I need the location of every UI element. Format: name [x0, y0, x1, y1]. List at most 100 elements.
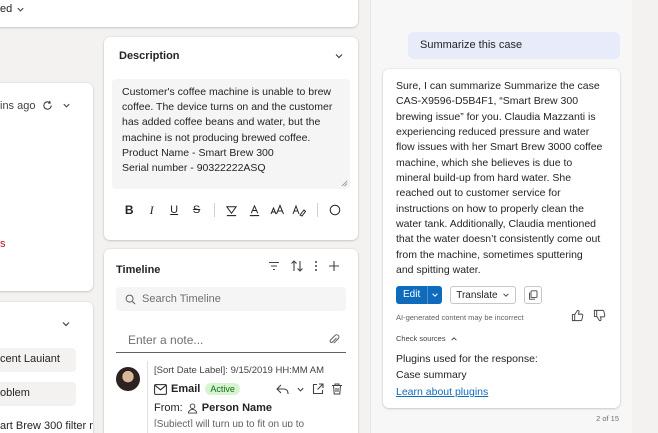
- attachment-icon[interactable]: [328, 333, 340, 346]
- translate-button[interactable]: Translate: [450, 286, 516, 304]
- delete-icon[interactable]: [331, 383, 343, 395]
- italic-icon[interactable]: I: [140, 201, 162, 219]
- clear-format-icon[interactable]: [288, 201, 310, 219]
- reply-icon[interactable]: [276, 384, 289, 395]
- underline-icon[interactable]: U: [163, 201, 185, 219]
- plugins-section: Plugins used for the response: Case summ…: [396, 352, 538, 383]
- related-item[interactable]: cent Lauiant: [0, 348, 76, 372]
- reply-line: Sure, I can summarize Summarize the case: [396, 80, 600, 92]
- refresh-icon[interactable]: [42, 100, 53, 111]
- chevron-down-icon[interactable]: [62, 101, 71, 110]
- chevron-up-icon: [450, 335, 458, 343]
- description-line: Customer's coffee machine is unable to b…: [122, 86, 332, 98]
- thumbs-down-icon[interactable]: [593, 309, 606, 322]
- view-selector-label: ed: [0, 3, 13, 15]
- timeline-tools: [268, 260, 340, 272]
- description-line: coffee. The device turns on and the cust…: [122, 101, 333, 114]
- reply-line: water tank. Additionally, Claudia mentio…: [396, 218, 597, 231]
- avatar: [116, 367, 140, 391]
- edit-split-button: Edit: [396, 286, 443, 304]
- timeline-entry[interactable]: [Sort Date Label]: 9/15/2019 HH:MM AM Em…: [147, 361, 345, 433]
- description-line: machine is not producing brewed coffee.: [122, 131, 311, 144]
- learn-about-plugins-link[interactable]: Learn about plugins: [396, 386, 488, 398]
- circle-icon[interactable]: [324, 201, 346, 219]
- description-line: has added coffee beans and water, but th…: [122, 116, 321, 129]
- check-sources-toggle[interactable]: Check sources: [396, 334, 458, 343]
- chevron-down-icon[interactable]: [296, 385, 305, 394]
- related-item[interactable]: art Brew 300 filter r: [0, 415, 93, 433]
- status-badge: Active: [205, 383, 240, 395]
- font-size-icon[interactable]: [266, 201, 288, 219]
- updated-ago: ins ago: [0, 100, 36, 112]
- reply-line: experiencing reduced pressure and water: [396, 126, 590, 139]
- required-marker: s: [0, 238, 6, 250]
- font-color-icon[interactable]: [243, 201, 265, 219]
- reply-actions: Edit Translate: [396, 286, 542, 304]
- reply-line: flow issues with her Smart Brew 3000 cof…: [396, 141, 603, 154]
- entry-subject: [Subject] will turn up to fit on up to: [154, 419, 305, 427]
- translate-label: Translate: [456, 289, 498, 301]
- email-icon: [154, 383, 167, 395]
- add-icon[interactable]: [328, 260, 340, 272]
- note-input[interactable]: Enter a note...: [116, 327, 346, 353]
- description-card: Description Customer's coffee machine is…: [104, 37, 358, 240]
- reply-text: Sure, I can summarize Summarize the case…: [396, 79, 610, 278]
- chevron-down-icon: [502, 291, 510, 299]
- reply-line: machine, which she believes is due to: [396, 156, 573, 169]
- more-options-icon[interactable]: [314, 260, 318, 272]
- copilot-pane: Summarize this case Sure, I can summariz…: [370, 0, 632, 433]
- edit-dropdown-button[interactable]: [427, 286, 443, 304]
- description-textarea[interactable]: Customer's coffee machine is unable to b…: [112, 79, 350, 189]
- view-selector[interactable]: ed: [0, 3, 25, 15]
- toolbar-divider: [316, 203, 318, 217]
- left-bottom-card: cent Lauiant oblem art Brew 300 filter r: [0, 302, 93, 433]
- from-label: From:: [154, 402, 183, 414]
- chevron-down-icon[interactable]: [334, 51, 344, 61]
- response-pager: 2 of 15: [596, 414, 619, 423]
- plugins-heading: Plugins used for the response:: [396, 353, 538, 365]
- related-item[interactable]: oblem: [0, 382, 76, 406]
- description-line: Serial number - 90322222ASQ: [122, 162, 266, 175]
- chevron-down-icon[interactable]: [61, 319, 71, 329]
- from-name[interactable]: Person Name: [202, 402, 272, 414]
- reply-line: that the water doesn’t consistently come…: [396, 233, 601, 246]
- filter-icon[interactable]: [268, 261, 280, 271]
- note-placeholder: Enter a note...: [128, 332, 204, 347]
- plugin-name: Case summary: [396, 368, 467, 381]
- user-prompt-bubble: Summarize this case: [408, 32, 620, 59]
- reply-line: reached out to customer service for: [396, 187, 561, 200]
- person-icon: [187, 402, 198, 414]
- copy-icon: [528, 290, 538, 300]
- reply-line: instructions on how to properly clean th…: [396, 202, 584, 215]
- reply-line: mineral build-up from hard water. She: [396, 172, 572, 185]
- ai-disclaimer: AI-generated content may be incorrect: [396, 313, 524, 322]
- toolbar-divider: [213, 203, 215, 217]
- search-placeholder: Search Timeline: [142, 293, 221, 305]
- formatting-toolbar: B I U S: [118, 201, 346, 219]
- bold-icon[interactable]: B: [118, 201, 140, 219]
- reply-line: and spitting water.: [396, 264, 481, 277]
- check-sources-label: Check sources: [396, 334, 446, 343]
- timeline-card: Timeline Search Timeline Enter a note...…: [104, 249, 358, 433]
- copy-button[interactable]: [523, 286, 542, 304]
- copilot-reply-card: Sure, I can summarize Summarize the case…: [383, 69, 620, 408]
- search-icon: [125, 294, 136, 305]
- timeline-title: Timeline: [116, 264, 161, 276]
- strikethrough-icon[interactable]: S: [185, 201, 207, 219]
- left-top-card: ed: [0, 0, 358, 27]
- highlight-icon[interactable]: [221, 201, 243, 219]
- thumbs-up-icon[interactable]: [571, 309, 584, 322]
- resize-handle-icon[interactable]: [341, 180, 348, 187]
- chevron-down-icon: [16, 5, 25, 14]
- sort-icon[interactable]: [290, 260, 304, 272]
- feedback-buttons: [571, 309, 606, 322]
- edit-button[interactable]: Edit: [396, 286, 428, 304]
- left-middle-card: ins ago s d: [0, 83, 93, 291]
- timeline-search-input[interactable]: Search Timeline: [116, 287, 346, 311]
- entry-date: [Sort Date Label]: 9/15/2019 HH:MM AM: [154, 365, 325, 376]
- reply-line: from the machine, sometimes sputtering: [396, 248, 583, 261]
- open-in-new-icon[interactable]: [312, 383, 324, 395]
- entry-type: Email: [171, 383, 201, 395]
- description-title: Description: [119, 50, 180, 62]
- reply-line: CAS-X9596-D5B4F1, “Smart Brew 300: [396, 95, 579, 108]
